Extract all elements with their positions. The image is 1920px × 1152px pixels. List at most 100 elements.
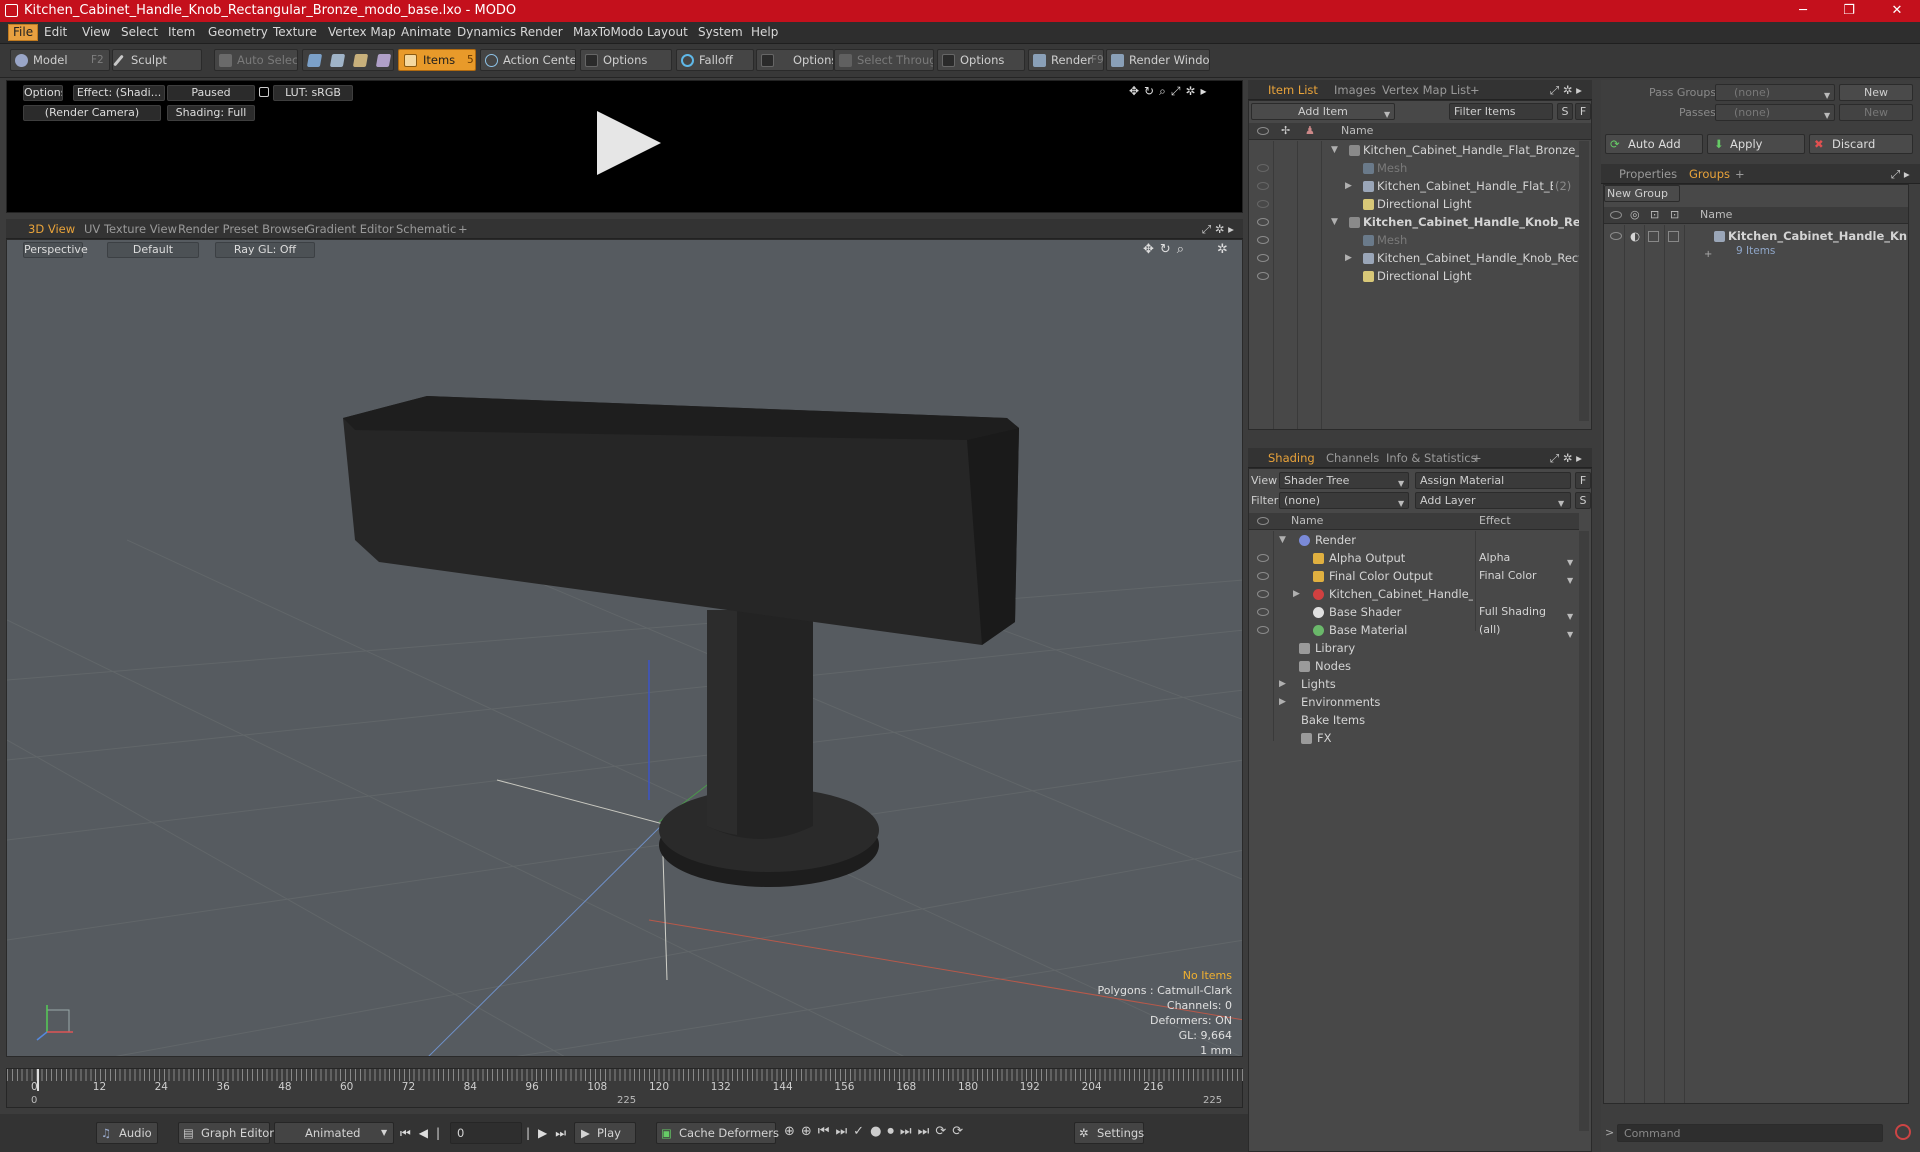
- minimize-button[interactable]: ─: [1780, 0, 1826, 22]
- new-pass-group-button[interactable]: New: [1839, 84, 1913, 101]
- tab-gradient-editor[interactable]: Gradient Editor: [306, 222, 394, 236]
- item-row-mesh-1[interactable]: Mesh: [1249, 159, 1579, 177]
- pass-groups-dropdown[interactable]: (none) ▼: [1715, 84, 1835, 101]
- shader-row-render[interactable]: ▼ Render: [1249, 531, 1579, 549]
- tab-info-statistics[interactable]: Info & Statistics: [1386, 451, 1477, 465]
- expand-triangle-icon[interactable]: ▶: [1279, 693, 1286, 711]
- lock-column-icon[interactable]: ⊡: [1650, 207, 1659, 223]
- visibility-eye-icon[interactable]: [1257, 272, 1269, 280]
- expand-triangle-icon[interactable]: ▶: [1345, 177, 1352, 195]
- new-group-button[interactable]: New Group: [1604, 185, 1680, 202]
- visibility-column-icon[interactable]: [1257, 517, 1269, 525]
- vertices-mode-icon[interactable]: [306, 54, 323, 67]
- tab-uv-texture-view[interactable]: UV Texture View: [84, 222, 177, 236]
- visibility-eye-icon[interactable]: [1257, 554, 1269, 562]
- action-center-button[interactable]: Action Center: [480, 49, 576, 71]
- discard-button[interactable]: ✖ Discard: [1809, 134, 1913, 154]
- sculpt-mode-button[interactable]: Sculpt: [112, 49, 202, 71]
- render-window-button[interactable]: Render Window: [1106, 49, 1210, 71]
- lock-checkbox[interactable]: [1648, 231, 1659, 242]
- shader-row-nodes[interactable]: Nodes: [1249, 657, 1579, 675]
- item-list-s-button[interactable]: S: [1557, 103, 1573, 120]
- lock-icon[interactable]: [259, 87, 269, 97]
- item-list-f-button[interactable]: F: [1575, 103, 1591, 120]
- preview-effect-dropdown[interactable]: Effect: (Shadi...: [73, 85, 165, 101]
- frame-field[interactable]: 0: [450, 1122, 522, 1144]
- menu-render[interactable]: Render: [520, 25, 563, 39]
- item-row-flat-bronze-scene[interactable]: ▼ Kitchen_Cabinet_Handle_Flat_Bronze_m .…: [1249, 141, 1579, 159]
- visibility-eye-icon[interactable]: [1257, 218, 1269, 226]
- tab-item-list[interactable]: Item List: [1268, 83, 1318, 97]
- visibility-eye-icon[interactable]: [1257, 164, 1269, 172]
- tab-groups[interactable]: Groups: [1689, 167, 1730, 181]
- shader-tree-scrollbar[interactable]: [1579, 531, 1589, 1131]
- expand-triangle-icon[interactable]: ▼: [1279, 531, 1286, 549]
- preview-options-button[interactable]: Options: [23, 85, 63, 101]
- ray-gl-dropdown[interactable]: Ray GL: Off: [215, 242, 315, 258]
- shader-row-material-group[interactable]: ▶ Kitchen_Cabinet_Handle_K...: [1249, 585, 1579, 603]
- visibility-eye-icon[interactable]: [1257, 608, 1269, 616]
- menu-layout[interactable]: Layout: [647, 25, 688, 39]
- item-row-knob-scene[interactable]: ▼ Kitchen_Cabinet_Handle_Knob_Re ...: [1249, 213, 1579, 231]
- render-preview-panel[interactable]: Options Effect: (Shadi... Paused LUT: sR…: [6, 80, 1243, 213]
- shading-s-button[interactable]: S: [1575, 492, 1591, 509]
- select-column-icon[interactable]: ⊡: [1670, 207, 1679, 223]
- render-camera-dropdown[interactable]: (Render Camera): [23, 105, 161, 121]
- command-input[interactable]: Command: [1617, 1124, 1883, 1142]
- menu-item[interactable]: Item: [168, 25, 195, 39]
- visibility-eye-icon[interactable]: [1257, 254, 1269, 262]
- shader-filter-dropdown[interactable]: (none) ▼: [1279, 492, 1409, 509]
- pin-column-icon[interactable]: ♟: [1305, 123, 1315, 139]
- item-row-directional-light-2[interactable]: Directional Light: [1249, 267, 1579, 285]
- auto-add-button[interactable]: ⟳ Auto Add: [1605, 134, 1703, 154]
- new-pass-button[interactable]: New: [1839, 104, 1913, 121]
- falloff-options-button[interactable]: Options: [756, 49, 834, 71]
- viewport-options-icon[interactable]: ⤢ ✲ ▸: [1202, 222, 1234, 237]
- menu-animate[interactable]: Animate: [401, 25, 451, 39]
- add-tab-button[interactable]: +: [1472, 451, 1482, 465]
- visibility-eye-icon[interactable]: [1257, 626, 1269, 634]
- menu-system[interactable]: System: [698, 25, 743, 39]
- visibility-eye-icon[interactable]: [1257, 200, 1269, 208]
- graph-editor-button[interactable]: ▤ Graph Editor: [178, 1122, 274, 1144]
- shader-row-environments[interactable]: ▶ Environments: [1249, 693, 1579, 711]
- viewport-nav-icons[interactable]: ✥↻⌕: [1143, 242, 1190, 257]
- shader-row-fx[interactable]: FX: [1249, 729, 1579, 747]
- 3d-viewport[interactable]: Perspective Default Ray GL: Off ✥↻⌕ ✲ No…: [6, 239, 1243, 1057]
- shader-row-lights[interactable]: ▶ Lights: [1249, 675, 1579, 693]
- item-row-knob-rectangular[interactable]: ▶ Kitchen_Cabinet_Handle_Knob_Recta ...: [1249, 249, 1579, 267]
- tab-render-preset-browser[interactable]: Render Preset Browser: [178, 222, 309, 236]
- action-center-options-button[interactable]: Options: [580, 49, 672, 71]
- close-button[interactable]: ✕: [1874, 0, 1920, 22]
- play-render-icon[interactable]: [597, 111, 661, 175]
- shader-view-dropdown[interactable]: Shader Tree ▼: [1279, 472, 1409, 489]
- lock-column-icon[interactable]: ✢: [1281, 123, 1290, 139]
- expand-triangle-icon[interactable]: ▶: [1293, 585, 1300, 603]
- auto-select-button[interactable]: Auto Select: [214, 49, 298, 71]
- forward-controls-icons[interactable]: |▶⏭: [526, 1126, 574, 1141]
- select-through-button[interactable]: Select Through: [834, 49, 934, 71]
- visibility-eye-icon[interactable]: [1610, 232, 1622, 240]
- expand-triangle-icon[interactable]: ▶: [1345, 249, 1352, 267]
- visibility-column-icon[interactable]: [1610, 211, 1622, 219]
- shader-row-base-material[interactable]: Base Material (all) ▼: [1249, 621, 1579, 639]
- render-button[interactable]: Render F9: [1028, 49, 1104, 71]
- polygons-mode-icon[interactable]: [352, 54, 369, 67]
- menu-dynamics[interactable]: Dynamics: [457, 25, 516, 39]
- group-row-knob[interactable]: ◐ Kitchen_Cabinet_Handle_Kn ...: [1604, 227, 1908, 245]
- add-tab-button[interactable]: +: [458, 222, 468, 236]
- add-item-dropdown[interactable]: Add Item ▼: [1251, 103, 1395, 120]
- apply-button[interactable]: ⬇ Apply: [1707, 134, 1805, 154]
- select-checkbox[interactable]: [1668, 231, 1679, 242]
- rewind-controls-icons[interactable]: ⏮◀|: [400, 1126, 448, 1141]
- materials-mode-icon[interactable]: [375, 54, 392, 67]
- menu-maxtomodo[interactable]: MaxToModo: [573, 25, 643, 39]
- render-column-icon[interactable]: ◎: [1630, 207, 1640, 223]
- menu-select[interactable]: Select: [121, 25, 158, 39]
- lut-dropdown[interactable]: LUT: sRGB: [273, 85, 353, 101]
- timeline[interactable]: 0 12 24 36 48 60 72 84 96 108 120 132 144 156 168 180 19…: [6, 1068, 1244, 1108]
- shader-row-bake-items[interactable]: Bake Items: [1249, 711, 1579, 729]
- perspective-dropdown[interactable]: Perspective: [23, 242, 88, 258]
- expand-triangle-icon[interactable]: ▼: [1331, 213, 1338, 231]
- item-row-directional-light-1[interactable]: Directional Light: [1249, 195, 1579, 213]
